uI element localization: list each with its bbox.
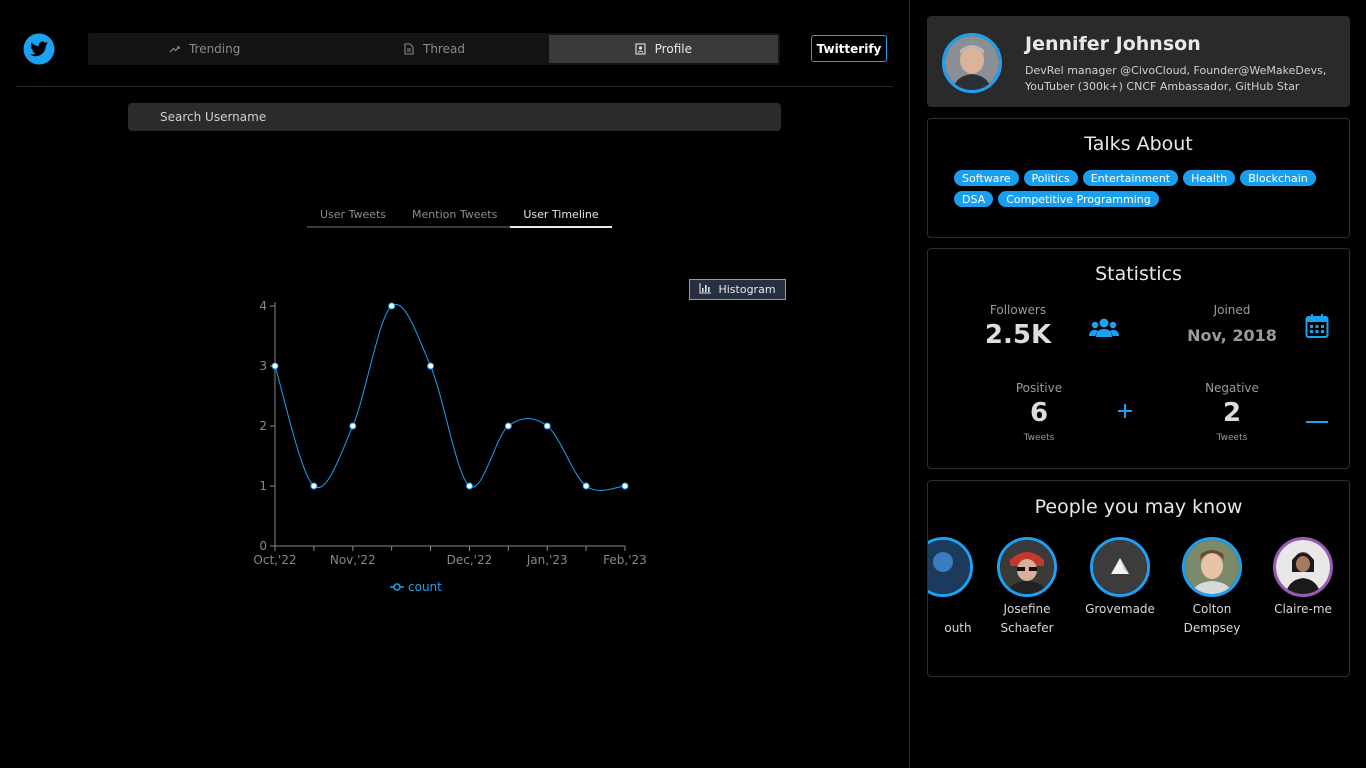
person-avatar [1273, 537, 1333, 597]
data-point [427, 362, 435, 370]
legend-label: count [408, 580, 442, 594]
people-title: People you may know [1034, 496, 1243, 518]
nav-tabs: Trending Thread Profile [88, 33, 780, 65]
x-tick-label: Nov,'22 [330, 553, 376, 567]
tag-politics[interactable]: Politics [1023, 170, 1078, 186]
data-point [582, 482, 590, 490]
plus-icon [1117, 403, 1133, 423]
search-input[interactable] [128, 103, 781, 131]
subtabs: User Tweets Mention Tweets User Timeline [307, 202, 612, 228]
tag-health[interactable]: Health [1183, 170, 1236, 186]
subtab-user-tweets[interactable]: User Tweets [307, 202, 399, 226]
header-divider [16, 86, 893, 87]
x-tick-label: Oct,'22 [253, 553, 296, 567]
negative-value: 2 [1222, 398, 1242, 428]
profile-name: Jennifer Johnson [1025, 33, 1201, 55]
followers-label: Followers [989, 303, 1047, 317]
tag-entertainment[interactable]: Entertainment [1082, 170, 1179, 186]
y-tick-label: 1 [259, 479, 267, 493]
histogram-label: Histogram [718, 283, 776, 296]
tab-profile[interactable]: Profile [548, 35, 778, 63]
right-panel: Jennifer Johnson DevRel manager @CivoClo… [911, 0, 1366, 768]
person-name: Josefine Schaefer [1000, 602, 1054, 635]
person-avatar [1182, 537, 1242, 597]
person-card[interactable]: Claire-me [1263, 537, 1343, 619]
twitterify-button[interactable]: Twitterify [811, 35, 887, 62]
series-line-count [274, 303, 626, 491]
tag-software[interactable]: Software [954, 170, 1019, 186]
minus-icon [1305, 409, 1329, 428]
tab-trending-label: Trending [188, 42, 241, 56]
tag-dsa[interactable]: DSA [954, 191, 994, 207]
person-name: Colton Dempsey [1183, 602, 1241, 635]
x-tick-label: Jan,'23 [526, 553, 568, 567]
data-point [504, 422, 512, 430]
x-tick-label: Feb,'23 [603, 553, 647, 567]
data-point [465, 482, 473, 490]
calendar-icon [1305, 313, 1329, 343]
positive-label: Positive [1015, 381, 1063, 395]
bar-chart-icon [699, 282, 712, 297]
document-icon [403, 43, 415, 55]
tab-profile-label: Profile [654, 42, 692, 56]
person-name: Grovemade [1085, 602, 1155, 616]
y-tick-label: 4 [259, 299, 267, 313]
y-tick-label: 0 [259, 539, 267, 553]
person-card[interactable]: Grovemade [1080, 537, 1160, 619]
person-card[interactable]: Josefine Schaefer [987, 537, 1067, 638]
positive-unit: Tweets [1023, 433, 1055, 443]
trending-icon [169, 43, 181, 55]
profile-bio: DevRel manager @CivoCloud, Founder@WeMak… [1025, 64, 1327, 93]
person-avatar [1090, 537, 1150, 597]
positive-value: 6 [1029, 398, 1049, 428]
group-icon [1088, 316, 1120, 344]
person-avatar [997, 537, 1057, 597]
main-area: Trending Thread Profile Twitterify User … [0, 0, 910, 768]
avatar[interactable] [942, 33, 1002, 93]
tab-thread[interactable]: Thread [319, 35, 548, 63]
subtab-mention-tweets[interactable]: Mention Tweets [399, 202, 510, 226]
negative-unit: Tweets [1216, 433, 1248, 443]
data-point [349, 422, 357, 430]
profile-icon [635, 43, 647, 55]
person-name: Claire-me [1274, 602, 1332, 616]
app-root: Trending Thread Profile Twitterify User … [0, 0, 1366, 768]
profile-card: Jennifer Johnson DevRel manager @CivoClo… [927, 16, 1350, 107]
statistics-title: Statistics [1095, 263, 1182, 285]
x-tick-label: Dec,'22 [447, 553, 493, 567]
histogram-button[interactable]: Histogram [689, 279, 786, 300]
y-tick-label: 3 [259, 359, 267, 373]
data-point [388, 302, 396, 310]
negative-label: Negative [1205, 381, 1259, 395]
twitter-bird-icon[interactable] [22, 33, 56, 65]
topic-tags: Software Politics Entertainment Health B… [954, 170, 1334, 207]
tag-competitive-programming[interactable]: Competitive Programming [998, 191, 1159, 207]
person-name: outh [944, 621, 972, 635]
talks-about-title: Talks About [1084, 133, 1193, 155]
data-point [621, 482, 629, 490]
person-card[interactable]: outh [928, 537, 983, 638]
data-point [310, 482, 318, 490]
person-avatar [928, 537, 973, 597]
y-tick-label: 2 [259, 419, 267, 433]
joined-value: Nov, 2018 [1187, 326, 1277, 345]
talks-about-card: Talks About Software Politics Entertainm… [927, 118, 1350, 238]
followers-value: 2.5K [984, 320, 1052, 350]
data-point [271, 362, 279, 370]
data-point [543, 422, 551, 430]
people-you-may-know-card: People you may know outh Josefine Schaef… [927, 480, 1350, 677]
tag-blockchain[interactable]: Blockchain [1240, 170, 1316, 186]
tab-trending[interactable]: Trending [90, 35, 319, 63]
tab-thread-label: Thread [423, 42, 465, 56]
joined-label: Joined [1213, 303, 1251, 317]
statistics-card: Statistics Followers 2.5K Joined Nov, 20… [927, 248, 1350, 469]
legend-swatch-point [393, 583, 401, 591]
timeline-chart: 0 1 2 3 4 Oct,'22 Nov,'22 Dec,'22 Jan,'23 Feb,'23… [253, 299, 647, 594]
person-card[interactable]: Colton Dempsey [1172, 537, 1252, 638]
subtab-user-timeline[interactable]: User Timeline [510, 202, 612, 228]
